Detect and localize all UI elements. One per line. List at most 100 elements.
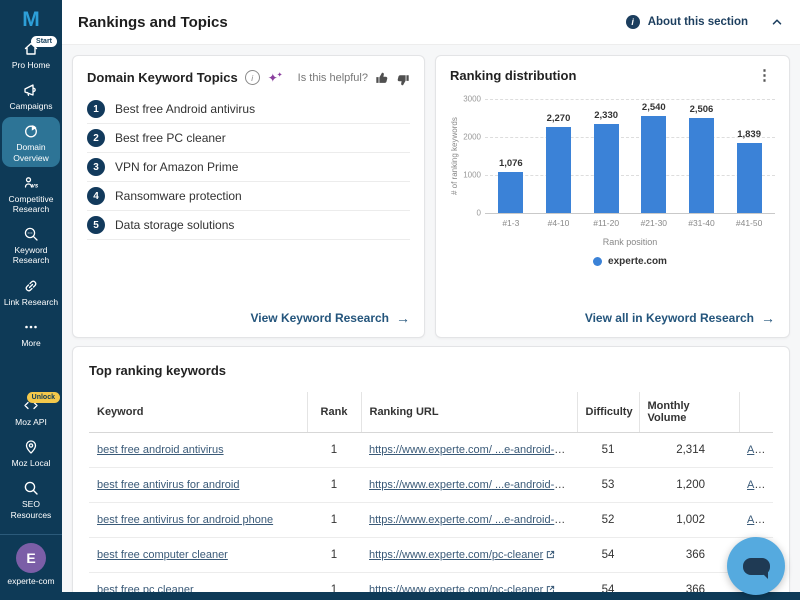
ranking-url-link[interactable]: https://www.experte.com/pc-cleaner [369, 584, 543, 592]
topic-number: 1 [87, 100, 105, 118]
external-link-icon [546, 550, 555, 559]
more-dots-icon [22, 318, 40, 336]
keyword-link[interactable]: best free computer cleaner [97, 549, 228, 561]
bar-group: 1,839 [729, 99, 769, 213]
topic-label: VPN for Amazon Prime [115, 160, 238, 174]
difficulty-value: 54 [577, 538, 639, 573]
difficulty-value: 53 [577, 468, 639, 503]
plot-area: 1,076 2,270 2,330 [485, 99, 775, 214]
megaphone-icon [22, 81, 40, 99]
bar [498, 172, 523, 213]
footer-strip [0, 592, 800, 600]
view-keyword-research-link[interactable]: View Keyword Research → [87, 311, 410, 325]
y-axis-ticks: 3000 2000 1000 0 [459, 99, 485, 213]
bar [689, 118, 714, 213]
section-content: Domain Keyword Topics i ✦✦ Is this helpf… [62, 45, 800, 592]
ranking-url-link[interactable]: https://www.experte.com/ ...e-android-an… [369, 479, 577, 491]
sidebar-item-label: Keyword Research [3, 245, 59, 265]
card-menu-button[interactable]: ⋮ [754, 68, 775, 83]
sidebar-item-competitive-research[interactable]: vs Competitive Research [2, 169, 60, 218]
keyword-link[interactable]: best free pc cleaner [97, 584, 194, 592]
account-label: experte-com [7, 576, 54, 586]
rank-value: 1 [307, 538, 361, 573]
thumbs-down-button[interactable] [396, 73, 410, 87]
keyword-link[interactable]: best free android antivirus [97, 444, 224, 456]
bar [641, 116, 666, 213]
x-tick: #11-20 [586, 218, 626, 228]
volume-value: 2,314 [639, 433, 739, 468]
analyze-serp-link[interactable]: Analyze SERP [747, 479, 773, 491]
sidebar-item-label: More [21, 338, 40, 348]
topic-list: 1 Best free Android antivirus 2 Best fre… [87, 95, 410, 240]
chat-widget-button[interactable] [727, 537, 785, 595]
sidebar-item-campaigns[interactable]: Campaigns [2, 76, 60, 115]
topic-item: 2 Best free PC cleaner [87, 124, 410, 153]
chart-legend: experte.com [485, 256, 775, 267]
ranking-url-link[interactable]: https://www.experte.com/ ...e-android-an… [369, 444, 577, 456]
x-axis-ticks: #1-3 #4-10 #11-20 #21-30 #31-40 #41-50 [485, 218, 775, 228]
view-all-keyword-research-link[interactable]: View all in Keyword Research → [450, 311, 775, 325]
sidebar-item-moz-api[interactable]: Unlock Moz API [2, 392, 60, 431]
sidebar-item-keyword-research[interactable]: Keyword Research [2, 220, 60, 269]
keyword-link[interactable]: best free antivirus for android phone [97, 514, 273, 526]
x-tick: #1-3 [491, 218, 531, 228]
topic-label: Ransomware protection [115, 189, 242, 203]
topic-label: Best free PC cleaner [115, 131, 226, 145]
bar-group: 1,076 [491, 99, 531, 213]
page-title: Rankings and Topics [78, 14, 228, 31]
sidebar-item-label: Moz API [15, 417, 47, 427]
ranking-url-link[interactable]: https://www.experte.com/ ...e-android-an… [369, 514, 577, 526]
ai-sparkles-icon: ✦✦ [268, 70, 284, 86]
bar-group: 2,330 [586, 99, 626, 213]
volume-value: 366 [639, 573, 739, 593]
main-area: Rankings and Topics i About this section… [62, 0, 800, 592]
col-rank: Rank [307, 392, 361, 433]
external-link-icon [546, 585, 555, 592]
table-row: best free computer cleaner 1 https://www… [89, 538, 773, 573]
sidebar-divider [0, 534, 62, 535]
svg-text:vs: vs [32, 183, 39, 189]
difficulty-value: 52 [577, 503, 639, 538]
about-section-link[interactable]: About this section [648, 16, 748, 28]
sidebar-item-label: SEO Resources [3, 499, 59, 519]
table-title: Top ranking keywords [89, 363, 773, 378]
volume-value: 366 [639, 538, 739, 573]
sidebar-item-pro-home[interactable]: Start Pro Home [2, 35, 60, 74]
sidebar-item-link-research[interactable]: Link Research [2, 272, 60, 311]
analyze-serp-link[interactable]: Analyze SERP [747, 444, 773, 456]
ranking-url-link[interactable]: https://www.experte.com/pc-cleaner [369, 549, 543, 561]
domain-keyword-topics-card: Domain Keyword Topics i ✦✦ Is this helpf… [72, 55, 425, 338]
bar-value-label: 2,506 [690, 104, 714, 115]
x-tick: #4-10 [538, 218, 578, 228]
sidebar-item-seo-resources[interactable]: SEO Resources [2, 474, 60, 523]
legend-dot-icon [593, 257, 602, 266]
col-actions [739, 392, 773, 433]
keyword-link[interactable]: best free antivirus for android [97, 479, 239, 491]
bar [546, 127, 571, 213]
bar-value-label: 2,270 [547, 113, 571, 124]
section-header: Rankings and Topics i About this section [62, 0, 800, 45]
moz-logo[interactable]: M [22, 9, 40, 30]
y-tick: 2000 [463, 133, 481, 142]
account-menu[interactable]: E experte-com [7, 543, 54, 586]
x-tick: #21-30 [634, 218, 674, 228]
start-badge: Start [31, 36, 57, 47]
unlock-badge: Unlock [27, 392, 60, 403]
sidebar-nav: Start Pro Home Campaigns Domain Overview… [0, 34, 62, 353]
sidebar-item-domain-overview[interactable]: Domain Overview [2, 117, 60, 166]
y-tick: 0 [477, 209, 481, 218]
topic-item: 5 Data storage solutions [87, 211, 410, 240]
sidebar-item-more[interactable]: More [2, 313, 60, 352]
sidebar-item-moz-local[interactable]: Moz Local [2, 433, 60, 472]
chat-icon [743, 558, 770, 575]
col-keyword: Keyword [89, 392, 307, 433]
info-icon[interactable]: i [245, 70, 260, 85]
y-tick: 1000 [463, 171, 481, 180]
info-icon[interactable]: i [626, 15, 640, 29]
thumbs-up-button[interactable] [375, 71, 389, 85]
analyze-serp-link[interactable]: Analyze SERP [747, 514, 773, 526]
avatar[interactable]: E [16, 543, 46, 573]
collapse-section-button[interactable] [770, 15, 784, 29]
bar-value-label: 1,076 [499, 158, 523, 169]
table-row: best free antivirus for android phone 1 … [89, 503, 773, 538]
